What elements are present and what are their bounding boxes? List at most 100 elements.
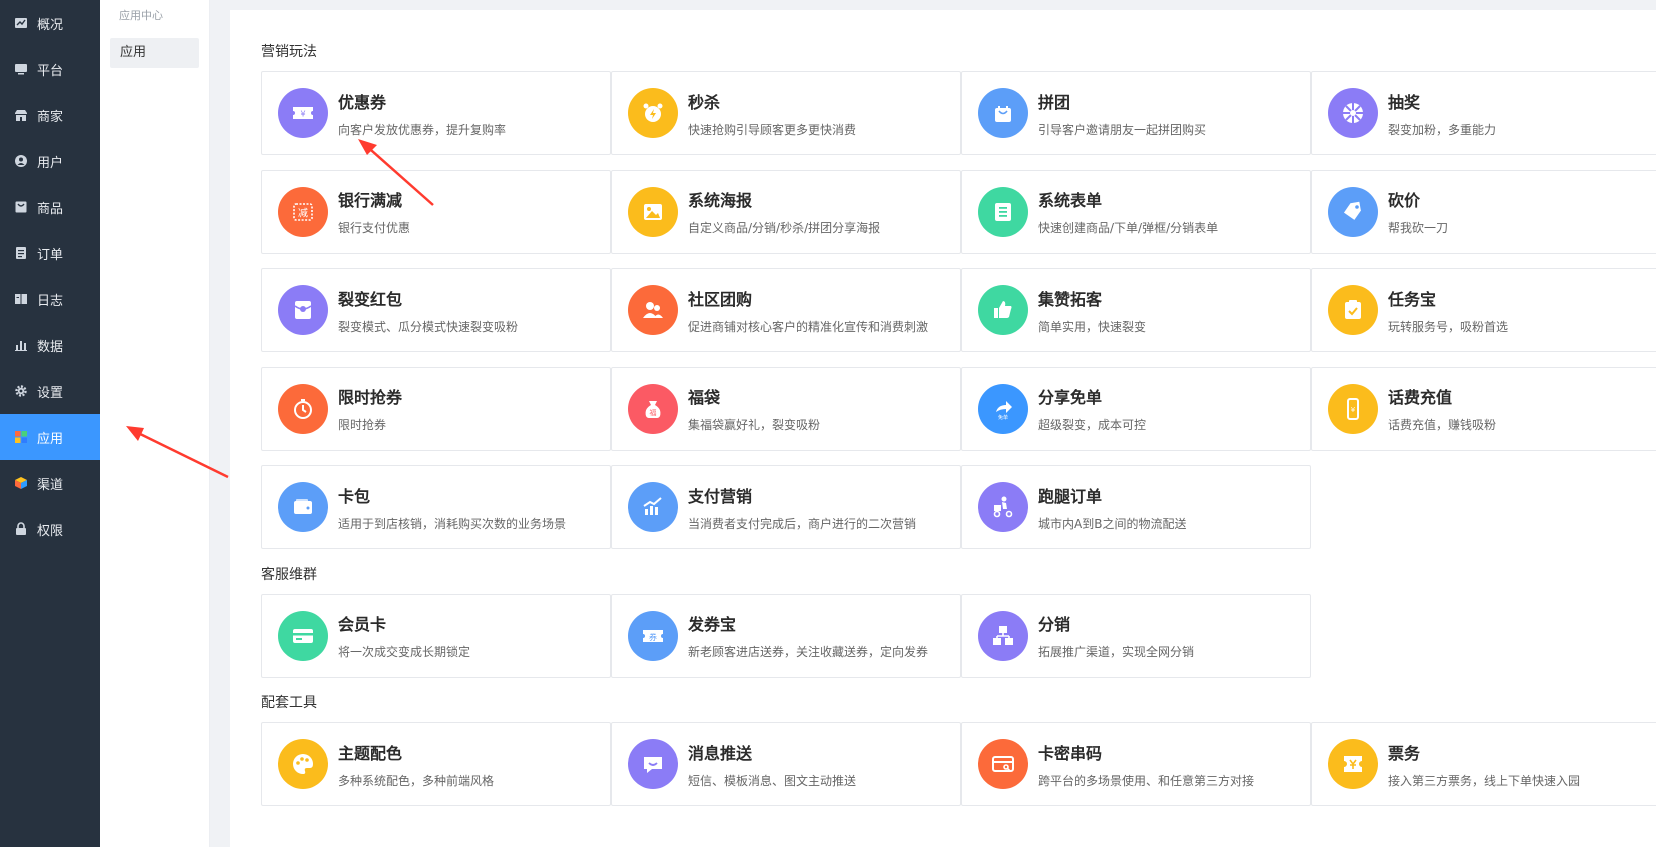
courier-icon	[978, 482, 1028, 532]
app-card-desc: 多种系统配色，多种前端风格	[338, 773, 495, 788]
app-card-desc: 拓展推广渠道，实现全网分销	[1038, 645, 1195, 659]
app-card-desc: 城市内A到B之间的物流配送	[1038, 516, 1187, 531]
app-card-desc: 玩转服务号，吸粉首选	[1388, 319, 1509, 334]
nav-item-user[interactable]: 用户	[0, 138, 100, 184]
channel-icon	[14, 476, 28, 490]
app-card[interactable]: 砍价 帮我砍一刀	[1311, 169, 1656, 254]
nav-item-label: 权限	[37, 523, 64, 539]
section-title: 营销玩法	[261, 44, 317, 60]
app-card-title: 分享免单	[1038, 388, 1103, 407]
lock-icon	[14, 522, 28, 536]
ticket-stub-icon	[1328, 739, 1378, 789]
app-card-title: 卡密串码	[1038, 743, 1103, 763]
app-card[interactable]: 系统海报自定义商品/分销/秒杀/拼团分享海报	[611, 169, 961, 254]
nav-item-lock[interactable]: 权限	[0, 506, 100, 552]
gear-icon	[14, 384, 28, 398]
order-icon	[14, 246, 28, 260]
nav-item-goods[interactable]: 商品	[0, 184, 100, 230]
app-card-title: 拼团	[1038, 92, 1071, 112]
nav-item-label: 订单	[37, 247, 64, 263]
app-card[interactable]: 卡密串码跨平台的多场景使用、和任意第三方对接	[961, 722, 1311, 806]
store-icon	[14, 108, 28, 122]
nav-item-overview[interactable]: 概况	[0, 0, 100, 46]
form-icon	[978, 186, 1028, 237]
app-card-desc: 快速创建商品/下单/弹框/分销表单	[1038, 221, 1219, 235]
app-card-desc: 自定义商品/分销/秒杀/拼团分享海报	[688, 221, 881, 235]
svg-text:福: 福	[650, 408, 657, 417]
section-title: 配套工具	[261, 695, 317, 711]
app-card[interactable]: 跑腿订单城市内A到B之间的物流配送	[961, 465, 1311, 549]
nav-item-store[interactable]: 商家	[0, 92, 100, 138]
nav-item-order[interactable]: 订单	[0, 230, 100, 276]
app-card[interactable]: 免单 分享免单 超级裂变，成本可控	[961, 366, 1311, 451]
app-card[interactable]: 券 发券宝 新老顾客进店送券，关注收藏送券，定向发券	[611, 593, 961, 678]
price-tag-icon	[1328, 186, 1378, 237]
app-card[interactable]: 系统表单 快速创建商品/下单/弹框/分销表单	[961, 169, 1311, 254]
app-card-desc: 简单实用，快速裂变	[1038, 319, 1147, 334]
subnav-item-apps[interactable]: 应用	[110, 38, 199, 68]
log-icon	[14, 292, 28, 306]
overview-icon	[14, 16, 28, 30]
app-card-desc: 适用于到店核销，消耗购买次数的业务场景	[338, 516, 567, 531]
app-card[interactable]: 减 银行满减 银行支付优惠	[261, 169, 611, 254]
nav-item-data[interactable]: 数据	[0, 322, 100, 368]
clipboard-check-icon	[1328, 285, 1378, 335]
nav-item-label: 平台	[37, 63, 64, 79]
app-card-title: 系统海报	[688, 191, 753, 210]
app-card-desc: 超级裂变，成本可控	[1038, 418, 1147, 432]
app-card-desc: 快速抢购引导顾客更多更快消费	[688, 122, 857, 137]
nav-item-label: 用户	[37, 155, 64, 171]
nav-item-apps[interactable]: 应用	[0, 414, 100, 460]
app-card[interactable]: 消息推送 短信、模板消息、图文主动推送	[611, 722, 961, 806]
app-card[interactable]: 拼团引导客户邀请朋友一起拼团购买	[961, 71, 1311, 155]
app-card[interactable]: 福 福袋 集福袋赢好礼，裂变吸粉	[611, 366, 961, 451]
app-card-title: 社区团购	[688, 289, 753, 309]
app-card[interactable]: 集赞拓客简单实用，快速裂变	[961, 268, 1311, 352]
nav-item-log[interactable]: 日志	[0, 276, 100, 322]
app-card[interactable]: 抽奖 裂变加粉，多重能力	[1311, 71, 1656, 155]
app-card[interactable]: 会员卡将一次成交变成长期锁定	[261, 593, 611, 678]
app-card[interactable]: 社区团购促进商铺对核心客户的精准化宣传和消费刺激	[611, 268, 961, 352]
wallet-icon	[278, 482, 328, 532]
app-card[interactable]: 票务 接入第三方票务，线上下单快速入园	[1311, 722, 1656, 806]
nav-item-label: 商家	[37, 109, 64, 125]
app-card-desc: 裂变加粉，多重能力	[1388, 122, 1497, 137]
discount-icon: 减	[278, 186, 328, 237]
app-card[interactable]: 分销 拓展推广渠道，实现全网分销	[961, 593, 1311, 678]
app-card[interactable]: ¥ 优惠券 向客户发放优惠券，提升复购率	[261, 71, 611, 155]
app-card-desc: 促进商铺对核心客户的精准化宣传和消费刺激	[688, 319, 929, 334]
app-card[interactable]: 秒杀快速抢购引导顾客更多更快消费	[611, 71, 961, 155]
main-sidebar: 概况平台商家用户商品订单日志 数据 设置应用渠道权限	[0, 0, 100, 847]
nav-item-label: 商品	[37, 201, 64, 217]
app-card-title: 跑腿订单	[1038, 486, 1103, 506]
app-card[interactable]: ¥ 话费充值 话费充值，赚钱吸粉	[1311, 366, 1656, 451]
nav-item-label: 渠道	[37, 477, 64, 493]
nav-item-gear[interactable]: 设置	[0, 368, 100, 414]
app-card-title: 秒杀	[688, 92, 721, 112]
member-card-icon	[278, 610, 328, 661]
app-card[interactable]: 卡包 适用于到店核销，消耗购买次数的业务场景	[261, 465, 611, 549]
message-icon	[628, 739, 678, 789]
nav-item-platform[interactable]: 平台	[0, 46, 100, 92]
app-card[interactable]: 支付营销 当消费者支付完成后，商户进行的二次营销	[611, 465, 961, 549]
app-card-title: 集赞拓客	[1038, 289, 1103, 309]
app-card-title: 发券宝	[688, 615, 737, 634]
app-card[interactable]: 任务宝 玩转服务号，吸粉首选	[1311, 268, 1656, 352]
svg-text:¥: ¥	[300, 110, 305, 119]
nav-item-label: 概况	[37, 17, 64, 33]
lucky-bag-icon: 福	[628, 383, 678, 434]
nav-item-label: 应用	[37, 431, 64, 447]
app-card[interactable]: 裂变红包 裂变模式、瓜分模式快速裂变吸粉	[261, 268, 611, 352]
app-card-desc: 跨平台的多场景使用、和任意第三方对接	[1038, 773, 1255, 788]
red-packet-icon	[278, 285, 328, 335]
app-card[interactable]: 限时抢券 限时抢券	[261, 366, 611, 451]
poster-icon	[628, 186, 678, 237]
user-icon	[14, 154, 28, 168]
app-card-title: 会员卡	[338, 615, 387, 634]
palette-icon	[278, 739, 328, 789]
app-card[interactable]: 主题配色 多种系统配色，多种前端风格	[261, 722, 611, 806]
nav-item-channel[interactable]: 渠道	[0, 460, 100, 506]
app-card-desc: 话费充值，赚钱吸粉	[1388, 418, 1497, 432]
app-card-desc: 引导客户邀请朋友一起拼团购买	[1038, 122, 1207, 137]
app-card-desc: 将一次成交变成长期锁定	[338, 645, 471, 659]
